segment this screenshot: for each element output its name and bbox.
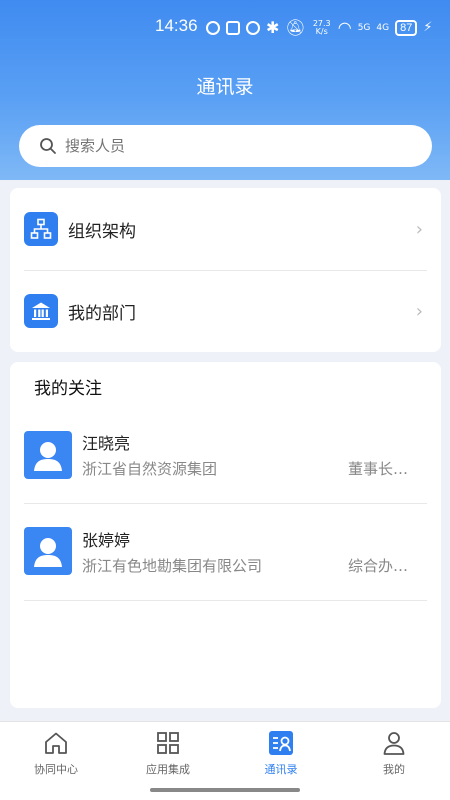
contact-name: 汪晓亮 <box>82 434 131 453</box>
tab-label: 我的 <box>383 763 405 776</box>
nav-card: 组织架构 › 我的部门 › <box>10 188 441 352</box>
divider <box>24 503 427 504</box>
favorites-card: 我的关注 汪晓亮 浙江省自然资源集团 董事长… 张婷婷 浙江有色地勘集团有限公司… <box>10 362 441 708</box>
status-icons: ✱ 🔕︎ 27.3 K/s ◠ 5G 4G 87 ⚡︎ <box>206 18 432 37</box>
nav-label: 组织架构 <box>68 221 136 242</box>
contact-name: 张婷婷 <box>82 531 131 550</box>
tab-label: 协同中心 <box>34 763 78 776</box>
net-speed: 27.3 K/s <box>312 18 331 36</box>
bluetooth-icon: ✱ <box>266 18 280 37</box>
contact-position: 综合办… <box>348 557 409 575</box>
nav-label: 我的部门 <box>68 303 136 324</box>
home-icon <box>45 732 67 754</box>
search-bar[interactable] <box>19 125 432 167</box>
wifi-icon: ◠ <box>337 18 352 37</box>
user-icon <box>383 732 405 755</box>
search-icon <box>40 138 56 154</box>
avatar <box>24 527 72 575</box>
tab-collab-center[interactable]: 协同中心 <box>0 730 112 780</box>
charging-icon: ⚡︎ <box>423 20 433 35</box>
search-input[interactable] <box>65 137 385 155</box>
nav-item-org-chart[interactable]: 组织架构 › <box>10 188 441 270</box>
status-bar: 14:36 ✱ 🔕︎ 27.3 K/s ◠ 5G 4G 87 ⚡︎ <box>0 14 450 40</box>
contact-position: 董事长… <box>348 460 409 478</box>
contacts-icon <box>269 731 293 755</box>
tab-contacts[interactable]: 通讯录 <box>225 730 337 780</box>
contact-item[interactable]: 张婷婷 浙江有色地勘集团有限公司 综合办… <box>10 505 441 601</box>
building-icon <box>24 294 58 328</box>
nfc-icon <box>226 20 240 35</box>
contact-item[interactable]: 汪晓亮 浙江省自然资源集团 董事长… <box>10 408 441 504</box>
header: 14:36 ✱ 🔕︎ 27.3 K/s ◠ 5G 4G 87 ⚡︎ 通讯录 <box>0 0 450 180</box>
mute-icon: 🔕︎ <box>285 18 306 37</box>
tab-label: 通讯录 <box>264 763 298 776</box>
page-title: 通讯录 <box>196 76 254 98</box>
alarm-icon <box>246 20 260 35</box>
divider <box>24 600 427 601</box>
tab-mine[interactable]: 我的 <box>338 730 450 780</box>
signal-4g: 4G <box>376 22 390 33</box>
chevron-right-icon: › <box>415 218 423 240</box>
grid-icon <box>157 732 179 754</box>
eye-icon <box>206 20 220 35</box>
avatar <box>24 431 72 479</box>
org-chart-icon <box>24 212 58 246</box>
contact-org: 浙江省自然资源集团 <box>82 460 218 478</box>
contact-org: 浙江有色地勘集团有限公司 <box>82 557 263 575</box>
home-indicator[interactable] <box>150 788 300 792</box>
battery-level: 87 <box>395 19 418 36</box>
favorites-title: 我的关注 <box>34 379 102 399</box>
chevron-right-icon: › <box>415 300 423 322</box>
tab-label: 应用集成 <box>146 763 190 776</box>
tab-app-integration[interactable]: 应用集成 <box>112 730 224 780</box>
nav-item-my-department[interactable]: 我的部门 › <box>10 270 441 352</box>
signal-5g: 5G <box>357 22 371 33</box>
status-time: 14:36 <box>155 16 198 35</box>
